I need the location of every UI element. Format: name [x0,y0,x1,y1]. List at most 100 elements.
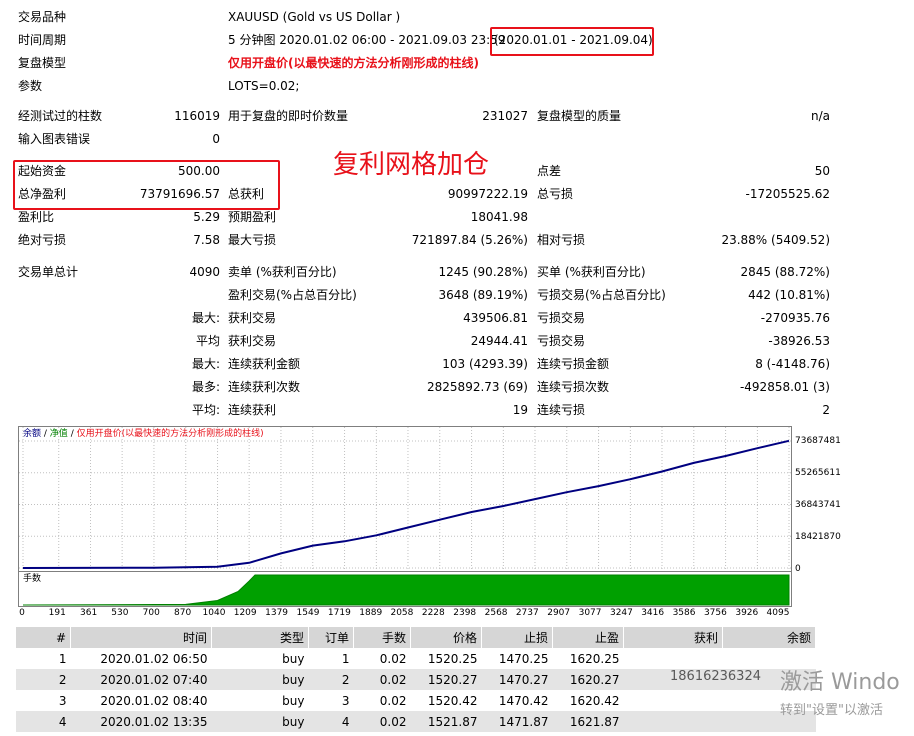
largest-profit-value: 439506.81 [463,311,528,325]
avg-loss-label: 亏损交易 [537,334,586,348]
period-label: 时间周期 [18,33,67,47]
largest-profit-label: 获利交易 [228,311,277,325]
ticks-value: 231027 [482,109,528,123]
y-tick-label: 36843741 [795,500,841,510]
col-header-order[interactable]: 订单 [308,627,354,648]
col-header-lots[interactable]: 手数 [353,627,411,648]
col-header-balance[interactable]: 余额 [722,627,816,648]
long-label: 买单 (%获利百分比) [537,265,646,279]
table-cell: 1521.87 [410,711,482,732]
table-cell: 1 [58,651,67,666]
table-cell: 3 [341,693,350,708]
x-tick-label: 361 [80,608,98,618]
table-cell: buy [211,711,309,732]
table-cell: 0.02 [379,651,407,666]
largest-loss-value: -270935.76 [760,311,830,325]
loss-trades-value: 442 (10.81%) [748,288,830,302]
profit-trades-value: 3648 (89.19%) [438,288,528,302]
x-tick-label: 1549 [296,608,320,618]
table-cell: 3 [58,693,67,708]
expected-payoff-label: 预期盈利 [228,210,277,224]
x-tick-label: 1379 [265,608,289,618]
abs-dd-label: 绝对亏损 [18,233,67,247]
most-label: 最多: [191,380,220,394]
table-cell: 4 [308,711,354,732]
x-tick-label: 2568 [484,608,508,618]
x-tick-label: 1889 [359,608,383,618]
x-tick-label: 2058 [390,608,414,618]
lots-chart [22,574,790,606]
col-header-profit[interactable]: 获利 [623,627,723,648]
col-header-tp[interactable]: 止盈 [552,627,624,648]
col-header-number[interactable]: # [16,627,71,648]
table-row[interactable]: 1 2020.01.02 06:50 buy 1 0.02 1520.25 1470.25 1… [16,648,816,669]
balance-chart [19,427,791,571]
table-cell: 1470.25 [498,651,549,666]
legend-balance: 余额 [23,429,42,439]
gross-loss-value: -17205525.62 [745,187,831,201]
table-cell: 2 [308,669,354,690]
gross-loss-label: 总亏损 [537,187,574,201]
average-label: 平均 [195,334,220,348]
x-tick-label: 2737 [515,608,539,618]
x-tick-label: 1209 [233,608,257,618]
x-tick-label: 3756 [703,608,727,618]
profit-trades-label: 盈利交易(%占总百分比) [228,288,357,302]
watermark-activate: 激活 Windo [780,670,900,695]
col-header-price[interactable]: 价格 [410,627,482,648]
total-trades-label: 交易单总计 [18,265,79,279]
short-label: 卖单 (%获利百分比) [228,265,337,279]
table-cell: 2020.01.02 07:40 [70,669,212,690]
trades-header-row: # 时间 类型 订单 手数 价格 止损 止盈 获利 余额 [16,627,816,648]
y-tick-label: 18421870 [795,532,841,542]
x-tick-label: 530 [111,608,129,618]
bars-tested-label: 经测试过的柱数 [18,109,103,123]
avg-cons-wins-value: 19 [512,403,528,417]
table-cell: 1 [341,651,350,666]
most-cons-loss-value: -492858.01 (3) [739,380,830,394]
table-cell: 0.02 [353,669,411,690]
profit-factor-value: 5.29 [193,210,220,224]
capital-highlight-box [13,160,280,210]
col-header-sl[interactable]: 止损 [481,627,553,648]
col-header-time[interactable]: 时间 [70,627,212,648]
mismatch-value: 0 [212,132,220,146]
params-label: 参数 [18,79,43,93]
table-cell: 2020.01.02 06:50 [100,651,208,666]
most-cons-profit-value: 2825892.73 (69) [427,380,528,394]
table-cell: 1620.25 [569,651,620,666]
annotation-compound-grid: 复利网格加仓 [333,150,490,180]
period-value: 5 分钟图 2020.01.02 06:00 - 2021.09.03 23:5… [228,33,506,47]
table-cell: buy [282,651,305,666]
balance-chart-panel: 余额 / 净值 / 仅用开盘价(以最快速的方法分析刚形成的柱线) [18,426,792,572]
total-trades-value: 4090 [189,265,220,279]
symbol-label: 交易品种 [18,10,67,24]
max-cons-losses-label: 连续亏损金额 [537,357,610,371]
table-cell [623,711,723,732]
max-cons-wins-value: 103 (4293.39) [442,357,528,371]
table-row[interactable]: 3 2020.01.02 08:40 buy 3 0.02 1520.42 1470.42 1… [16,690,816,711]
table-cell: 0.02 [379,693,407,708]
table-cell: buy [211,669,309,690]
y-tick-label: 55265611 [795,468,841,478]
quality-label: 复盘模型的质量 [537,109,622,123]
x-tick-label: 1719 [327,608,351,618]
x-tick-label: 2907 [547,608,571,618]
col-header-type[interactable]: 类型 [211,627,309,648]
mismatch-label: 输入图表错误 [18,132,91,146]
table-cell: 1620.42 [569,693,620,708]
table-cell: 0.02 [353,711,411,732]
short-value: 1245 (90.28%) [438,265,528,279]
rel-dd-value: 23.88% (5409.52) [721,233,830,247]
largest-loss-label: 亏损交易 [537,311,586,325]
table-cell: 1470.42 [498,693,549,708]
table-row[interactable]: 4 2020.01.02 13:35 buy 4 0.02 1521.87 1471.87 1… [16,711,816,732]
quality-value: n/a [810,109,830,123]
avg-loss-value: -38926.53 [768,334,830,348]
x-tick-label: 2398 [453,608,477,618]
table-cell: 2 [16,669,71,690]
x-tick-label: 2228 [421,608,445,618]
x-tick-label: 3416 [641,608,665,618]
rel-dd-label: 相对亏损 [537,233,586,247]
x-tick-label: 3247 [609,608,633,618]
